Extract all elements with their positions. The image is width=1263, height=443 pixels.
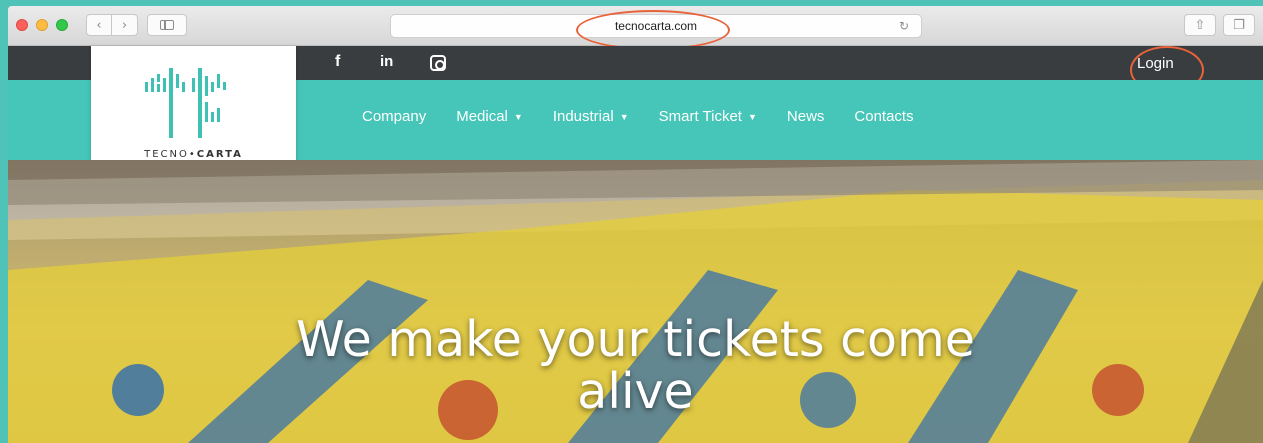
hero-headline-line2: alive (577, 363, 694, 420)
maximize-window-button[interactable] (56, 19, 68, 31)
menu-label: Medical (456, 108, 508, 125)
logo-wordmark: TECNO•CARTA (144, 149, 243, 160)
menu-label: Contacts (854, 108, 914, 125)
share-button[interactable]: ⇧ (1184, 14, 1216, 36)
logo-mark-icon (145, 68, 226, 138)
url-highlight-circle (576, 10, 730, 50)
back-button[interactable]: ‹ (86, 14, 112, 36)
menu-label: Company (362, 108, 427, 125)
menu-item-industrial[interactable]: Industrial ▼ (553, 108, 629, 125)
menu-item-news[interactable]: News (787, 108, 825, 125)
forward-button[interactable]: › (112, 14, 138, 36)
share-icon: ⇧ (1194, 17, 1206, 33)
menu-label: Industrial (552, 108, 614, 125)
hero-headline-line1: We make your tickets come (296, 311, 975, 368)
tabs-button[interactable]: ❐ (1223, 14, 1255, 36)
caret-down-icon: ▼ (619, 111, 629, 122)
minimize-window-button[interactable] (36, 19, 48, 31)
menu-label: Smart Ticket (658, 108, 742, 125)
caret-down-icon: ▼ (513, 111, 523, 122)
main-menu: Company Medical ▼ Industrial ▼ Smart Ticke… (362, 108, 944, 125)
chevron-left-icon: ‹ (96, 17, 102, 33)
sidebar-toggle-button[interactable] (147, 14, 187, 36)
linkedin-icon[interactable]: in (380, 53, 393, 70)
menu-item-smart-ticket[interactable]: Smart Ticket ▼ (659, 108, 757, 125)
hero-headline: We make your tickets come alive (8, 314, 1263, 418)
facebook-icon[interactable]: f (335, 53, 340, 71)
reload-icon[interactable]: ↻ (899, 19, 909, 33)
caret-down-icon: ▼ (747, 111, 757, 122)
close-window-button[interactable] (16, 19, 28, 31)
instagram-icon[interactable] (430, 55, 446, 71)
chevron-right-icon: › (121, 17, 128, 33)
tabs-icon: ❐ (1233, 17, 1245, 33)
hero-banner: We make your tickets come alive (8, 160, 1263, 443)
sidebar-icon (160, 20, 174, 30)
menu-label: News (786, 108, 825, 125)
menu-item-contacts[interactable]: Contacts (854, 108, 913, 125)
menu-item-company[interactable]: Company (362, 108, 426, 125)
menu-item-medical[interactable]: Medical ▼ (456, 108, 523, 125)
website: f in Login Company Medical ▼ Industrial ▼ … (8, 46, 1263, 443)
browser-window: ‹ › tecnocarta.com ↻ ⇧ ❐ f in Login Comp… (8, 6, 1263, 443)
